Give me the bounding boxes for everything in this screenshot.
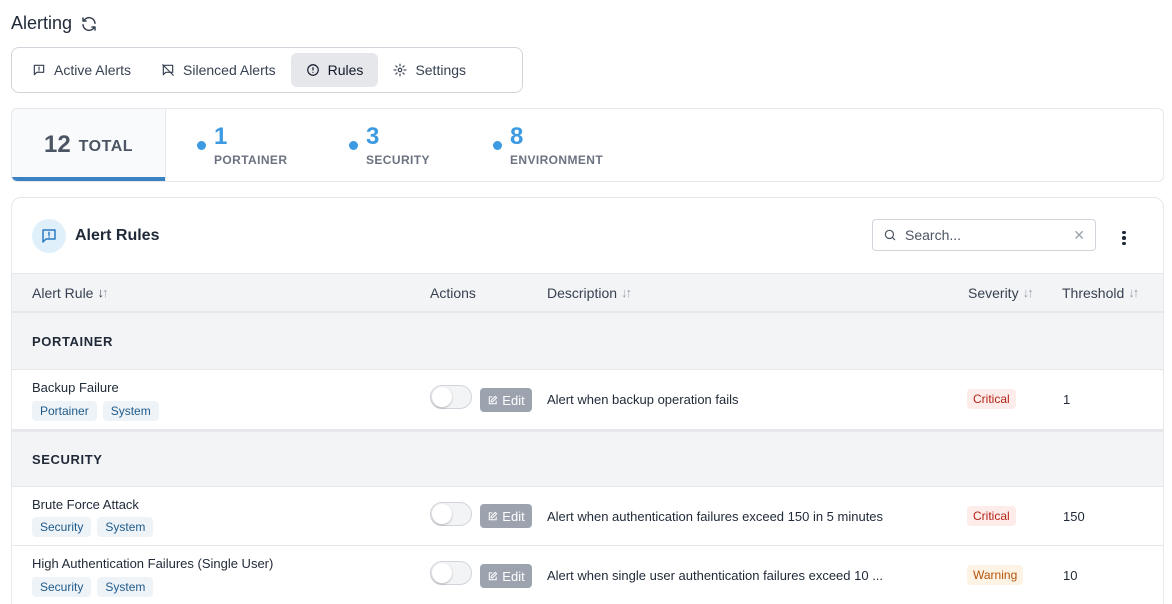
edit-label: Edit	[502, 392, 525, 408]
card-title: Alert Rules	[75, 226, 160, 244]
group-row-portainer: PORTAINER	[12, 313, 1163, 370]
rule-name: Backup Failure	[32, 380, 119, 395]
table-row[interactable]: High Authentication Failures (Single Use…	[12, 546, 1163, 604]
alert-rules-card: Alert Rules ✕ Alert Rule ↓↑ Actions Desc…	[11, 197, 1164, 604]
refresh-icon[interactable]	[80, 15, 98, 33]
tab-label: Settings	[415, 62, 467, 78]
message-off-icon	[162, 64, 174, 76]
sort-icon[interactable]: ↓↑	[1023, 285, 1034, 300]
rule-description: Alert when backup operation fails	[547, 392, 739, 407]
rule-name: Brute Force Attack	[32, 497, 139, 512]
edit-button[interactable]: Edit	[480, 564, 532, 588]
search-input[interactable]	[905, 227, 1065, 243]
stat-value: 3	[366, 123, 380, 150]
table-header: Alert Rule ↓↑ Actions Description ↓↑ Sev…	[12, 273, 1163, 313]
page-title: Alerting	[11, 13, 73, 33]
more-options-icon[interactable]	[1116, 228, 1132, 248]
edit-icon	[489, 395, 498, 404]
column-label: Actions	[430, 284, 476, 301]
search-box: ✕	[872, 219, 1096, 251]
tag: System	[97, 517, 154, 537]
rule-tags: Portainer System	[32, 401, 159, 421]
rule-tags: Security System	[32, 517, 154, 537]
group-row-security: SECURITY	[12, 430, 1163, 487]
stat-value: 8	[510, 123, 524, 150]
edit-icon	[489, 571, 498, 580]
tab-label: Rules	[327, 62, 364, 78]
severity-badge: Warning	[967, 565, 1024, 585]
rule-name: High Authentication Failures (Single Use…	[32, 556, 274, 571]
severity-badge: Critical	[967, 506, 1016, 526]
gear-icon	[394, 63, 407, 77]
edit-button[interactable]: Edit	[480, 504, 532, 528]
stat-total[interactable]: 12 TOTAL	[12, 109, 166, 181]
stat-label: PORTAINER	[214, 153, 288, 167]
tag: Portainer	[32, 401, 97, 421]
rule-threshold: 10	[1063, 568, 1078, 583]
column-header-actions: Actions	[430, 274, 476, 311]
rule-description: Alert when authentication failures excee…	[547, 509, 884, 524]
column-label: Severity	[968, 284, 1019, 301]
sort-icon[interactable]: ↓↑	[621, 285, 632, 300]
stat-total-value: 12	[43, 131, 71, 158]
tab-active-alerts[interactable]: Active Alerts	[17, 53, 146, 87]
stat-label: ENVIRONMENT	[510, 153, 604, 167]
stat-environment[interactable]: 8 ENVIRONMENT	[493, 109, 603, 181]
column-header-threshold[interactable]: Threshold ↓↑	[1062, 274, 1139, 311]
tab-rules[interactable]: Rules	[290, 53, 379, 87]
page-header: Alerting	[11, 13, 98, 34]
tab-label: Silenced Alerts	[183, 62, 276, 78]
stat-value: 1	[214, 123, 228, 150]
column-label: Description	[547, 284, 618, 301]
column-header-alert-rule[interactable]: Alert Rule ↓↑	[32, 274, 108, 311]
rule-enabled-toggle[interactable]	[430, 502, 472, 526]
message-alert-icon	[33, 64, 45, 76]
tab-settings[interactable]: Settings	[378, 53, 481, 87]
table-row[interactable]: Brute Force Attack Security System Edit …	[12, 487, 1163, 546]
stat-security[interactable]: 3 SECURITY	[349, 109, 430, 181]
rule-tags: Security System	[32, 577, 154, 597]
column-label: Alert Rule	[32, 284, 94, 301]
rule-enabled-toggle[interactable]	[430, 561, 472, 585]
sort-icon[interactable]: ↓↑	[1128, 285, 1139, 300]
rule-description: Alert when single user authentication fa…	[547, 568, 884, 583]
edit-label: Edit	[502, 568, 525, 584]
status-dot	[197, 141, 206, 150]
tab-silenced-alerts[interactable]: Silenced Alerts	[146, 53, 291, 87]
card-header: Alert Rules ✕	[12, 198, 1163, 273]
alerting-tabs: Active Alerts Silenced Alerts Rules Sett…	[11, 47, 523, 93]
edit-label: Edit	[502, 508, 525, 524]
sort-desc-icon[interactable]: ↓↑	[97, 285, 108, 300]
rule-threshold: 1	[1063, 392, 1071, 407]
rule-enabled-toggle[interactable]	[430, 385, 472, 409]
tag: System	[102, 401, 159, 421]
tag: Security	[32, 577, 92, 597]
close-icon[interactable]: ✕	[1073, 227, 1085, 244]
table-row[interactable]: Backup Failure Portainer System Edit Ale…	[12, 370, 1163, 430]
severity-badge: Critical	[967, 389, 1016, 409]
status-dot	[493, 141, 502, 150]
column-label: Threshold	[1062, 284, 1125, 301]
stat-total-label: TOTAL	[78, 138, 134, 155]
tag: Security	[32, 517, 92, 537]
search-icon	[884, 229, 896, 241]
rule-threshold: 150	[1063, 509, 1085, 524]
stat-portainer[interactable]: 1 PORTAINER	[197, 109, 287, 181]
alert-circle-icon	[306, 64, 319, 76]
tag: System	[97, 577, 154, 597]
column-header-description[interactable]: Description ↓↑	[547, 274, 632, 311]
edit-button[interactable]: Edit	[480, 388, 532, 412]
stat-label: SECURITY	[366, 153, 430, 167]
rule-stats: 12 TOTAL 1 PORTAINER 3 SECURITY 8 ENVIRO…	[11, 108, 1164, 182]
status-dot	[349, 141, 358, 150]
tab-label: Active Alerts	[54, 62, 132, 78]
edit-icon	[489, 511, 498, 520]
message-alert-icon	[32, 218, 66, 253]
column-header-severity[interactable]: Severity ↓↑	[968, 274, 1034, 311]
